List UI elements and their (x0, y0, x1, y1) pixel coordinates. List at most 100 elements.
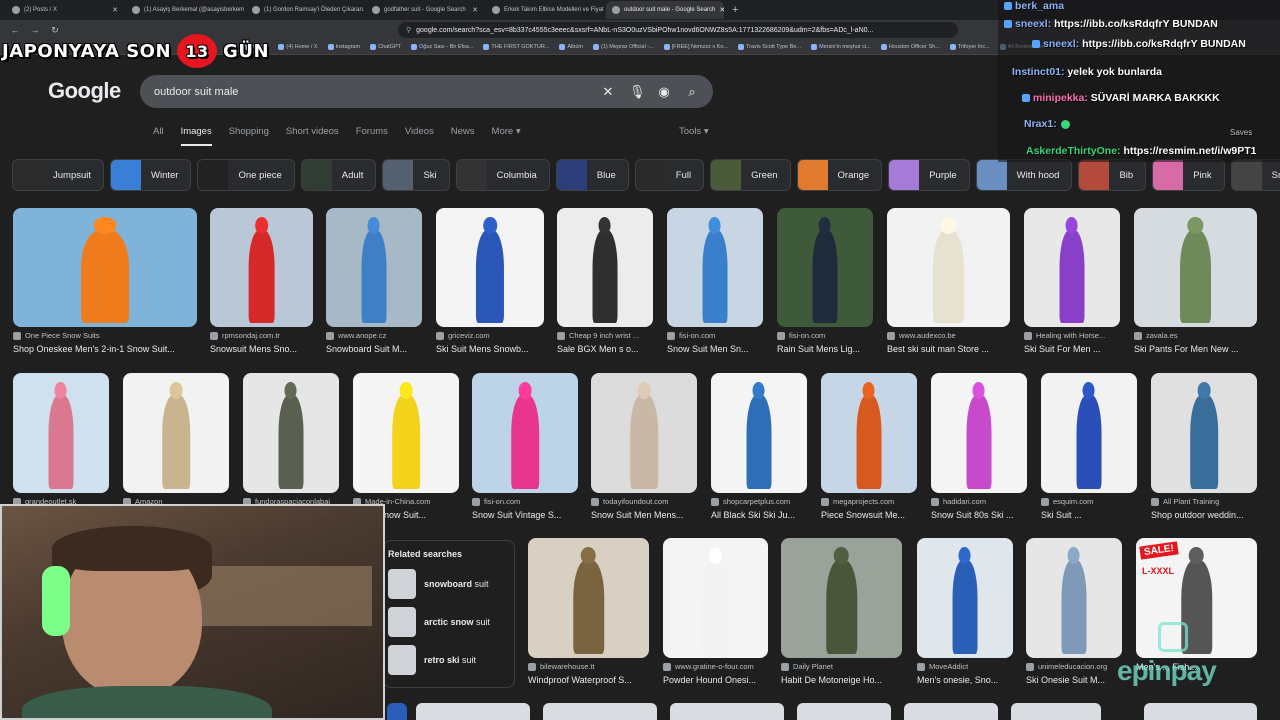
partial-result[interactable] (543, 703, 657, 720)
related-search-item[interactable]: snowboard suit (388, 565, 514, 603)
filter-tab[interactable]: Forums (356, 126, 388, 146)
result-thumbnail[interactable] (353, 373, 459, 493)
result-title[interactable]: Ski Pants For Men New ... (1134, 344, 1257, 354)
bookmark-item[interactable]: Trifoyer Inc... (950, 44, 990, 50)
close-tab-icon[interactable]: ✕ (112, 6, 118, 14)
result-title[interactable]: Snowsuit Mens Sno... (210, 344, 313, 354)
image-result[interactable]: griceviz.com Ski Suit Mens Snowb... (436, 208, 544, 354)
result-thumbnail[interactable] (663, 538, 768, 658)
result-source[interactable]: www.anope.cz (326, 331, 422, 340)
result-thumbnail[interactable] (1134, 208, 1257, 327)
result-title[interactable]: Snow Suit Vintage S... (472, 510, 578, 520)
result-title[interactable]: Ski Suit ... (1041, 510, 1137, 520)
result-thumbnail[interactable] (1024, 208, 1120, 327)
result-thumbnail[interactable] (781, 538, 902, 658)
chip-purple[interactable]: Purple (888, 159, 970, 191)
result-source[interactable]: todayifoundout.com (591, 497, 697, 506)
bookmark-item[interactable]: THE FIRST GOKTUR... (483, 44, 549, 50)
bookmark-item[interactable]: Albüm (559, 44, 583, 50)
filter-tab[interactable]: Images (180, 126, 212, 146)
result-title[interactable]: Ski Suit Mens Snowb... (436, 344, 544, 354)
image-result[interactable]: Amazon (123, 373, 229, 506)
microphone-icon[interactable]: 🎙 (629, 84, 646, 100)
image-result[interactable]: Made-in-China.com Piece Snow Suit... (353, 373, 459, 520)
partial-result[interactable] (416, 703, 530, 720)
result-title[interactable]: Powder Hound Onesi... (663, 675, 768, 685)
image-result[interactable]: Cheap 9 inch wrist ... Sale BGX Men s o..… (557, 208, 653, 354)
result-title[interactable]: All Black Ski Ski Ju... (711, 510, 807, 520)
image-result[interactable]: www.anope.cz Snowboard Suit M... (326, 208, 422, 354)
result-title[interactable]: Snowboard Suit M... (326, 344, 422, 354)
chip-adult[interactable]: Adult (300, 159, 377, 191)
bookmark-item[interactable]: ChatGPT (370, 44, 401, 50)
result-title[interactable]: Shop Oneskee Men's 2-in-1 Snow Suit... (13, 344, 197, 354)
result-title[interactable]: Ski Suit For Men ... (1024, 344, 1120, 354)
result-thumbnail[interactable] (123, 373, 229, 493)
browser-tab[interactable]: Erkek Takım Elbise Modelleri ve Fiyatlar… (486, 1, 604, 19)
image-result[interactable]: rpmsondaj.com.tr Snowsuit Mens Sno... (210, 208, 313, 354)
image-result[interactable]: unimeleducacion.org Ski Onesie Suit M... (1026, 538, 1122, 685)
result-thumbnail[interactable] (591, 373, 697, 493)
result-thumbnail[interactable] (210, 208, 313, 327)
result-source[interactable]: All Plant Training (1151, 497, 1257, 506)
search-box[interactable]: outdoor suit male ✕ 🎙 ◉ ⌕ (140, 75, 713, 108)
result-thumbnail[interactable] (528, 538, 649, 658)
related-search-item[interactable]: arctic snow suit (388, 603, 514, 641)
result-thumbnail[interactable] (1151, 373, 1257, 493)
result-thumbnail[interactable] (917, 538, 1013, 658)
image-result[interactable]: One Piece Snow Suits Shop Oneskee Men's 2… (13, 208, 197, 354)
chip-snowbo[interactable]: Snowbo (1230, 159, 1280, 191)
result-thumbnail[interactable] (1026, 538, 1122, 658)
result-thumbnail[interactable] (243, 373, 339, 493)
result-thumbnail[interactable] (711, 373, 807, 493)
result-source[interactable]: griceviz.com (436, 331, 544, 340)
result-source[interactable]: www.gratine-o-four.com (663, 662, 768, 671)
close-tab-icon[interactable]: ✕ (719, 6, 724, 14)
result-source[interactable]: fisi-on.com (472, 497, 578, 506)
image-result[interactable]: fundoraspaciaconlabai (243, 373, 339, 506)
result-source[interactable]: megaprojects.com (821, 497, 917, 506)
result-title[interactable]: Snow Suit 80s Ski ... (931, 510, 1027, 520)
bookmark-item[interactable]: Houston Officer Sh... (881, 44, 940, 50)
image-result[interactable]: fisi-on.com Snow Suit Men Sn... (667, 208, 763, 354)
result-source[interactable]: zavala.es (1134, 331, 1257, 340)
filter-tab[interactable]: All (153, 126, 164, 146)
image-result[interactable]: SALE! L-XXXL Men's ... Fish... (1136, 538, 1257, 672)
result-title[interactable]: Snow Suit Men Mens... (591, 510, 697, 520)
result-thumbnail[interactable] (931, 373, 1027, 493)
bookmark-item[interactable]: (1) Mepraz Official -... (593, 44, 654, 50)
filter-tab[interactable]: Shopping (229, 126, 269, 146)
partial-result[interactable] (797, 703, 891, 720)
image-result[interactable]: zavala.es Ski Pants For Men New ... (1134, 208, 1257, 354)
result-title[interactable]: Ski Onesie Suit M... (1026, 675, 1122, 685)
result-source[interactable]: hadidari.com (931, 497, 1027, 506)
filter-tab[interactable]: News (451, 126, 475, 146)
bookmark-item[interactable]: [FREE] Nemzzz x Ko... (664, 44, 728, 50)
browser-tab[interactable]: (1) Gordon Ramsay'i Öleden Çıkaran...✕ (246, 1, 364, 19)
result-title[interactable]: Piece Snowsuit Me... (821, 510, 917, 520)
lens-icon[interactable]: ◉ (657, 84, 671, 100)
new-tab-icon[interactable]: + (726, 4, 744, 16)
result-title[interactable]: Snow Suit Men Sn... (667, 344, 763, 354)
result-source[interactable]: bilewarehouse.tt (528, 662, 649, 671)
result-thumbnail[interactable] (1041, 373, 1137, 493)
filter-tab[interactable]: More ▾ (492, 126, 521, 146)
bookmark-item[interactable]: (4) Home / X (278, 44, 317, 50)
related-search-item[interactable]: retro ski suit (388, 641, 514, 679)
result-title[interactable]: Shop outdoor weddin... (1151, 510, 1257, 520)
result-thumbnail[interactable] (13, 208, 197, 327)
image-result[interactable]: hadidari.com Snow Suit 80s Ski ... (931, 373, 1027, 520)
result-source[interactable]: esquim.com (1041, 497, 1137, 506)
result-thumbnail[interactable] (557, 208, 653, 327)
chip-one-piece[interactable]: One piece (197, 159, 295, 191)
chip-blue[interactable]: Blue (555, 159, 629, 191)
chip-columbia[interactable]: Columbia (455, 159, 550, 191)
image-result[interactable]: shopcarpetplus.com All Black Ski Ski Ju..… (711, 373, 807, 520)
result-source[interactable]: One Piece Snow Suits (13, 331, 197, 340)
search-input[interactable]: outdoor suit male (154, 86, 587, 98)
image-result[interactable]: www.gratine-o-four.com Powder Hound Onesi… (663, 538, 768, 685)
browser-tab[interactable]: (1) Asayiş Berkemal (@asayisberkem...✕ (126, 1, 244, 19)
result-source[interactable]: unimeleducacion.org (1026, 662, 1122, 671)
chip-green[interactable]: Green (710, 159, 791, 191)
partial-result[interactable] (904, 703, 998, 720)
